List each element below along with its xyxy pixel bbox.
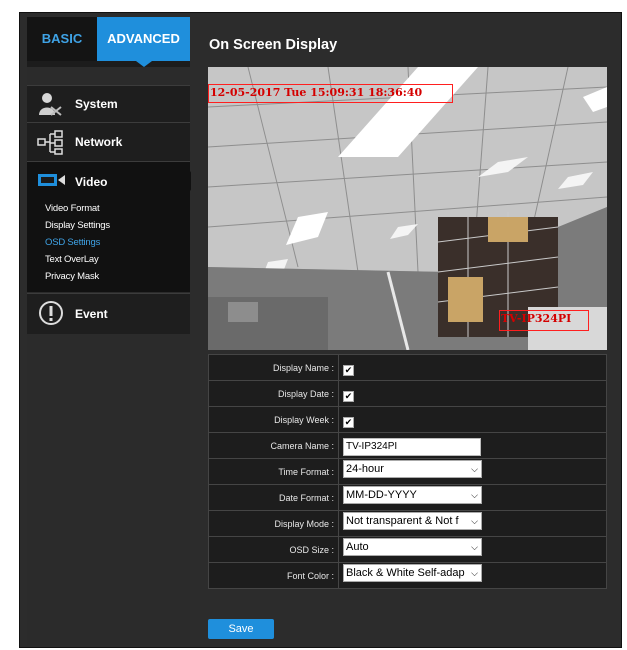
sidebar-item-label: System	[75, 97, 118, 111]
display-mode-select[interactable]: Not transparent & Not f ⌵	[343, 512, 482, 530]
setting-row: Display Week : ✔	[208, 406, 607, 433]
tab-advanced[interactable]: ADVANCED	[97, 17, 190, 61]
camera-name-label: Camera Name :	[208, 432, 339, 459]
alert-icon	[37, 299, 65, 330]
mode-tabs: BASIC ADVANCED	[27, 17, 190, 67]
submenu-privacy-mask[interactable]: Privacy Mask	[45, 271, 99, 282]
sidebar-item-label: Event	[75, 307, 108, 321]
select-value: Auto	[346, 541, 369, 553]
chevron-down-icon: ⌵	[471, 516, 478, 526]
font-color-label: Font Color :	[208, 562, 339, 589]
sidebar-item-label: Video	[75, 175, 108, 189]
font-color-select[interactable]: Black & White Self-adap ⌵	[343, 564, 482, 582]
chevron-down-icon: ⌵	[471, 490, 478, 500]
display-name-label: Display Name :	[208, 354, 339, 381]
osd-size-label: OSD Size :	[208, 536, 339, 563]
display-name-checkbox[interactable]: ✔	[343, 364, 354, 376]
tab-basic[interactable]: BASIC	[27, 17, 97, 61]
sidebar-item-video[interactable]: Video Video Format Display Settings OSD …	[27, 161, 190, 292]
display-date-checkbox[interactable]: ✔	[343, 390, 354, 402]
select-value: Not transparent & Not f	[346, 515, 459, 527]
chevron-down-icon: ⌵	[471, 464, 478, 474]
sidebar: BASIC ADVANCED System Network Video Vide…	[27, 17, 190, 645]
select-value: MM-DD-YYYY	[346, 489, 417, 501]
submenu-text-overlay[interactable]: Text OverLay	[45, 254, 99, 265]
display-mode-label: Display Mode :	[208, 510, 339, 537]
display-week-checkbox[interactable]: ✔	[343, 416, 354, 428]
sidebar-item-label: Network	[75, 135, 123, 149]
setting-row: Font Color : Black & White Self-adap ⌵	[208, 562, 607, 589]
submenu-osd-settings[interactable]: OSD Settings	[45, 237, 100, 248]
setting-row: Camera Name : TV-IP324PI	[208, 432, 607, 459]
main-content: On Screen Display 12-05-2017 Tue 15:09:3…	[191, 17, 620, 645]
osd-camera-name-text: TV-IP324PI	[501, 312, 572, 325]
camera-name-input[interactable]: TV-IP324PI	[343, 437, 481, 456]
network-icon	[37, 129, 65, 158]
setting-row: Display Name : ✔	[208, 354, 607, 381]
setting-row: OSD Size : Auto ⌵	[208, 536, 607, 563]
sidebar-item-system[interactable]: System	[27, 85, 190, 122]
time-format-label: Time Format :	[208, 458, 339, 485]
display-week-label: Display Week :	[208, 406, 339, 433]
sidebar-item-network[interactable]: Network	[27, 122, 190, 161]
setting-row: Date Format : MM-DD-YYYY ⌵	[208, 484, 607, 511]
page-title: On Screen Display	[209, 37, 338, 53]
osd-datetime-text: 12-05-2017 Tue 15:09:31 18:36:40	[210, 86, 423, 99]
active-tab-indicator	[136, 61, 152, 67]
camera-scene	[208, 67, 607, 350]
sidebar-item-event[interactable]: Event	[27, 293, 190, 334]
osd-settings-table: Display Name : ✔ Display Date : ✔ Displa…	[208, 354, 607, 589]
chevron-down-icon: ⌵	[471, 568, 478, 578]
display-date-label: Display Date :	[208, 380, 339, 407]
setting-row: Time Format : 24-hour ⌵	[208, 458, 607, 485]
date-format-label: Date Format :	[208, 484, 339, 511]
camera-preview: 12-05-2017 Tue 15:09:31 18:36:40 TV-IP32…	[208, 67, 607, 350]
time-format-select[interactable]: 24-hour ⌵	[343, 460, 482, 478]
chevron-down-icon: ⌵	[471, 542, 478, 552]
select-value: Black & White Self-adap	[346, 567, 465, 579]
select-value: 24-hour	[346, 463, 384, 475]
date-format-select[interactable]: MM-DD-YYYY ⌵	[343, 486, 482, 504]
system-admin-icon	[37, 91, 63, 120]
submenu-video-format[interactable]: Video Format	[45, 203, 100, 214]
submenu-display-settings[interactable]: Display Settings	[45, 220, 110, 231]
video-camera-icon	[37, 172, 67, 191]
setting-row: Display Date : ✔	[208, 380, 607, 407]
setting-row: Display Mode : Not transparent & Not f ⌵	[208, 510, 607, 537]
osd-size-select[interactable]: Auto ⌵	[343, 538, 482, 556]
save-button[interactable]: Save	[208, 619, 274, 639]
